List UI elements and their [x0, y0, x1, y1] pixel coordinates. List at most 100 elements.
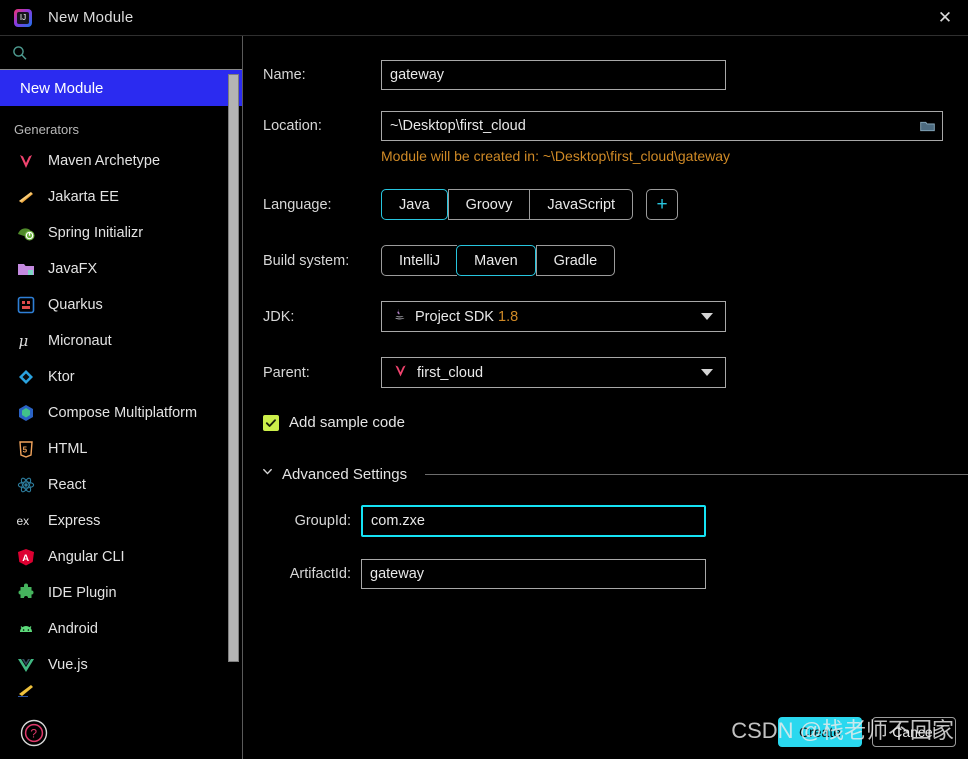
jdk-dropdown[interactable]: Project SDK 1.8 — [381, 301, 726, 332]
sidebar-item-label: IDE Plugin — [48, 585, 117, 601]
svg-text:5: 5 — [23, 446, 28, 455]
sidebar-scrollbar[interactable] — [228, 70, 241, 759]
sidebar: New Module Generators Maven Archetype Ja… — [0, 36, 243, 759]
search-input[interactable] — [28, 44, 242, 61]
cancel-button[interactable]: Cancel — [872, 717, 956, 747]
language-option-groovy[interactable]: Groovy — [447, 189, 530, 220]
plugin-icon — [16, 583, 36, 603]
sidebar-item-quarkus[interactable]: Quarkus — [0, 287, 242, 323]
partial-item-icon — [16, 683, 36, 697]
sidebar-group-label: Generators — [14, 122, 80, 137]
jdk-label: JDK: — [263, 308, 295, 325]
sidebar-item-android[interactable]: Android — [0, 611, 242, 647]
compose-icon — [16, 403, 36, 423]
sidebar-item-express[interactable]: ex Express — [0, 503, 242, 539]
sidebar-item-html[interactable]: 5 HTML — [0, 431, 242, 467]
sidebar-item-jakarta-ee[interactable]: Jakarta EE — [0, 179, 242, 215]
create-button[interactable]: Create — [778, 717, 862, 747]
sidebar-item-compose-multiplatform[interactable]: Compose Multiplatform — [0, 395, 242, 431]
parent-label: Parent: — [263, 364, 310, 381]
intellij-idea-icon: IJ — [14, 8, 32, 27]
chevron-down-icon — [701, 313, 713, 320]
build-system-option-maven[interactable]: Maven — [456, 245, 536, 276]
title-bar: IJ New Module ✕ — [0, 0, 968, 36]
name-row: Name: — [243, 60, 968, 90]
sidebar-item-label: Android — [48, 621, 98, 637]
sidebar-item-angular-cli[interactable]: A Angular CLI — [0, 539, 242, 575]
spring-icon — [16, 223, 36, 243]
parent-dropdown[interactable]: first_cloud — [381, 357, 726, 388]
ktor-icon — [16, 367, 36, 387]
svg-text:A: A — [22, 553, 29, 564]
sidebar-item-label: JavaFX — [48, 261, 98, 277]
sidebar-item-ide-plugin[interactable]: IDE Plugin — [0, 575, 242, 611]
window-title: New Module — [48, 9, 134, 26]
add-language-button[interactable]: + — [646, 189, 679, 220]
sidebar-item-partial[interactable] — [0, 683, 242, 697]
build-system-row: Build system: IntelliJ Maven Gradle — [243, 245, 968, 276]
help-button[interactable]: ? — [20, 719, 48, 747]
sidebar-item-micronaut[interactable]: μ Micronaut — [0, 323, 242, 359]
name-label: Name: — [263, 67, 306, 83]
language-row: Language: Java Groovy JavaScript + — [243, 189, 968, 220]
add-sample-code-checkbox[interactable]: Add sample code — [243, 414, 968, 431]
parent-row: Parent: first_cloud — [243, 357, 968, 388]
micronaut-icon: μ — [16, 331, 36, 351]
sidebar-item-react[interactable]: React — [0, 467, 242, 503]
artifact-id-row: ArtifactId: — [243, 559, 968, 589]
sidebar-search-row — [0, 36, 242, 70]
advanced-settings-header[interactable]: Advanced Settings — [243, 465, 968, 483]
dialog-body: New Module Generators Maven Archetype Ja… — [0, 36, 968, 759]
build-system-label: Build system: — [263, 252, 350, 269]
react-icon — [16, 475, 36, 495]
sidebar-scrollbar-thumb[interactable] — [228, 74, 239, 662]
html5-icon: 5 — [16, 439, 36, 459]
location-row: Location: — [243, 111, 968, 141]
sidebar-item-javafx[interactable]: JavaFX — [0, 251, 242, 287]
build-system-segmented-control: IntelliJ Maven Gradle — [381, 245, 616, 276]
sidebar-item-vuejs[interactable]: Vue.js — [0, 647, 242, 683]
jdk-value: Project SDK 1.8 — [415, 308, 519, 325]
sidebar-item-label: Jakarta EE — [48, 189, 119, 205]
dialog-footer: Create Cancel — [778, 717, 956, 747]
javafx-icon — [16, 259, 36, 279]
location-label: Location: — [263, 118, 322, 134]
sidebar-item-maven-archetype[interactable]: Maven Archetype — [0, 143, 242, 179]
group-id-input[interactable] — [361, 505, 706, 537]
location-input[interactable] — [381, 111, 943, 141]
sidebar-item-label: Spring Initializr — [48, 225, 144, 241]
language-option-javascript[interactable]: JavaScript — [529, 189, 634, 220]
sidebar-item-label: Ktor — [48, 369, 75, 385]
sidebar-item-label: React — [48, 477, 86, 493]
build-system-option-gradle[interactable]: Gradle — [535, 245, 616, 276]
svg-text:μ: μ — [19, 332, 29, 350]
add-sample-code-label: Add sample code — [289, 414, 405, 431]
sidebar-item-new-module[interactable]: New Module — [0, 70, 242, 106]
language-label: Language: — [263, 196, 332, 213]
language-option-java[interactable]: Java — [381, 189, 448, 220]
language-segmented-control: Java Groovy JavaScript — [381, 189, 634, 220]
sidebar-item-label: Express — [48, 513, 101, 529]
sidebar-item-label: Maven Archetype — [48, 153, 161, 169]
checkbox-checked-icon — [263, 414, 279, 431]
angular-icon: A — [16, 547, 36, 567]
browse-folder-button[interactable] — [912, 112, 942, 140]
close-icon[interactable]: ✕ — [922, 0, 968, 36]
artifact-id-input[interactable] — [361, 559, 706, 589]
android-icon — [16, 619, 36, 639]
folder-icon — [919, 121, 935, 131]
build-system-option-intellij[interactable]: IntelliJ — [381, 245, 458, 276]
artifact-id-label: ArtifactId: — [289, 566, 351, 582]
sidebar-item-label: New Module — [20, 79, 104, 97]
name-input[interactable] — [381, 60, 726, 90]
sidebar-item-label: Vue.js — [48, 657, 88, 673]
quarkus-icon — [16, 295, 36, 315]
sidebar-item-ktor[interactable]: Ktor — [0, 359, 242, 395]
jakarta-ee-icon — [16, 187, 36, 207]
sidebar-item-label: Compose Multiplatform — [48, 405, 198, 421]
jdk-row: JDK: Project SDK 1.8 — [243, 301, 968, 332]
sidebar-item-spring-initializr[interactable]: Spring Initializr — [0, 215, 242, 251]
section-divider — [425, 473, 968, 475]
main-panel: Name: Location: Module will be created i… — [243, 36, 968, 759]
svg-text:?: ? — [30, 726, 37, 740]
